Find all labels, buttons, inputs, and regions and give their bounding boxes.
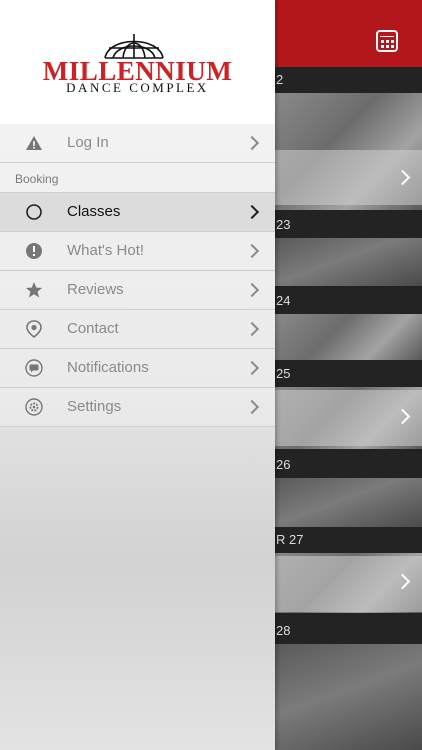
logo: MILLENNIUM DANCE COMPLEX [0, 0, 275, 124]
menu-item-label: Settings [67, 398, 122, 415]
chat-bubble-icon [25, 359, 43, 377]
menu-item-label: What's Hot! [67, 242, 145, 259]
menu-item-label: Classes [67, 203, 121, 220]
menu-item-settings[interactable]: Settings [0, 388, 275, 427]
menu-item-label: Log In [67, 134, 109, 151]
class-image [275, 314, 422, 360]
menu-item-reviews[interactable]: Reviews [0, 271, 275, 310]
brand-subtitle: DANCE COMPLEX [66, 80, 209, 95]
day-header: 24 [275, 288, 422, 314]
menu-item-label: Reviews [67, 281, 124, 298]
circle-icon [26, 204, 42, 220]
chevron-right-icon [244, 282, 260, 298]
menu-item-classes[interactable]: Classes [0, 193, 275, 232]
day-header: 28 [275, 618, 422, 644]
day-header: R 27 [275, 527, 422, 553]
section-header-booking: Booking [0, 163, 275, 193]
menu-item-whats-hot[interactable]: What's Hot! [0, 232, 275, 271]
chevron-right-icon [244, 135, 260, 151]
menu-item-login[interactable]: Log In [0, 124, 275, 163]
class-image [275, 238, 422, 286]
schedule-view: 2 23 24 25 26 R 27 28 [275, 0, 422, 750]
day-header: 26 [275, 452, 422, 478]
app-header [275, 0, 422, 67]
warning-icon [26, 136, 42, 150]
location-pin-icon [26, 320, 42, 338]
chevron-right-icon [244, 321, 260, 337]
class-image [275, 478, 422, 528]
day-header: 23 [275, 212, 422, 238]
chevron-right-icon [244, 243, 260, 259]
menu-item-label: Contact [67, 320, 119, 337]
chevron-right-icon [244, 360, 260, 376]
menu-item-label: Notifications [67, 359, 149, 376]
day-header: 25 [275, 361, 422, 387]
chevron-right-icon [244, 399, 260, 415]
navigation-drawer: MILLENNIUM DANCE COMPLEX Log In Booking … [0, 0, 275, 750]
calendar-icon[interactable] [376, 30, 398, 52]
menu-item-notifications[interactable]: Notifications [0, 349, 275, 388]
class-image [275, 644, 422, 750]
exclamation-icon [26, 243, 42, 259]
star-icon [25, 282, 43, 298]
day-header: 2 [275, 67, 422, 93]
gear-icon [25, 398, 43, 416]
menu-item-contact[interactable]: Contact [0, 310, 275, 349]
section-title: Booking [15, 172, 59, 186]
chevron-right-icon [244, 204, 260, 220]
